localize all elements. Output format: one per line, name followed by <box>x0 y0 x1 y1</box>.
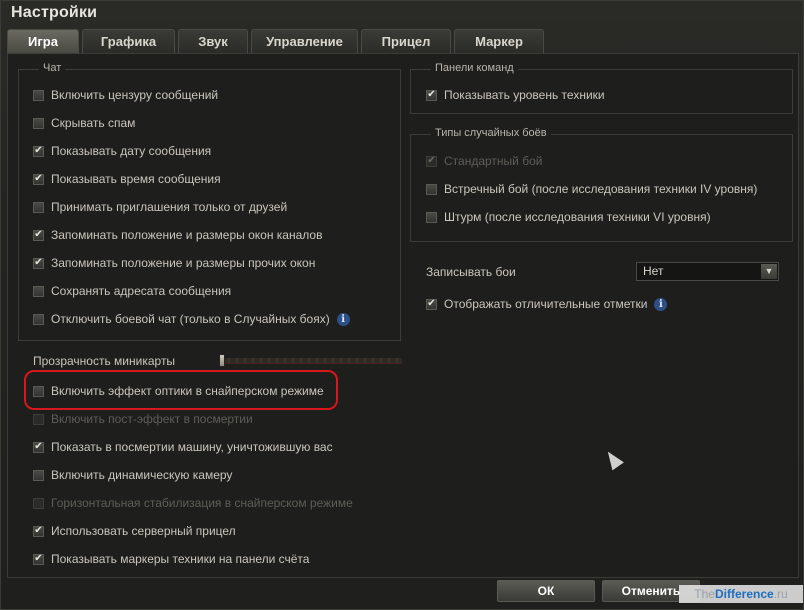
checkbox-label: Запоминать положение и размеры окон кана… <box>51 228 323 242</box>
tab-graphics[interactable]: Графика <box>82 29 175 53</box>
checkbox[interactable]: ✔ <box>33 257 44 269</box>
checkmark-icon: ✔ <box>427 298 436 309</box>
game-option-3[interactable]: Включить динамическую камеру <box>33 466 232 484</box>
checkbox-label: Показывать время сообщения <box>51 172 221 186</box>
chat-option-4[interactable]: Принимать приглашения только от друзей <box>33 198 287 216</box>
settings-content: Чат Панели команд Типы случайных боёв За… <box>7 53 799 578</box>
checkmark-icon: ✔ <box>34 257 43 268</box>
checkbox-label: Штурм (после исследования техники VI уро… <box>444 210 711 224</box>
checkmark-icon: ✔ <box>34 173 43 184</box>
checkbox-label: Стандартный бой <box>444 154 543 168</box>
checkbox[interactable]: ✔ <box>426 298 437 310</box>
checkbox-label: Включить цензуру сообщений <box>51 88 219 102</box>
minimap-slider-handle[interactable] <box>219 354 225 367</box>
checkbox-label: Запоминать положение и размеры прочих ок… <box>51 256 316 270</box>
ok-button[interactable]: ОК <box>497 580 595 602</box>
checkbox[interactable] <box>33 385 44 397</box>
checkbox[interactable] <box>33 313 44 325</box>
tab-bar: Игра Графика Звук Управление Прицел Марк… <box>7 29 547 53</box>
marks-option[interactable]: ✔ Отображать отличительные отметки i <box>426 295 668 313</box>
minimap-transparency-slider[interactable] <box>222 358 402 364</box>
checkbox-label: Включить пост-эффект в посмертии <box>51 412 253 426</box>
checkmark-icon: ✔ <box>34 553 43 564</box>
checkbox[interactable]: ✔ <box>33 145 44 157</box>
game-option-5[interactable]: ✔ Использовать серверный прицел <box>33 522 236 540</box>
mouse-cursor-icon <box>602 447 624 471</box>
info-icon[interactable]: i <box>336 312 350 326</box>
game-option-6[interactable]: ✔ Показывать маркеры техники на панели сч… <box>33 550 309 568</box>
checkbox-label: Горизонтальная стабилизация в снайперско… <box>51 496 353 510</box>
battle-types-title: Типы случайных боёв <box>431 127 551 139</box>
window-title: Настройки <box>11 4 98 21</box>
checkbox-label: Отключить боевой чат (только в Случайных… <box>51 312 330 326</box>
battle-type-option-0: ✔ Стандартный бой <box>426 152 542 170</box>
command-panels-title: Панели команд <box>431 62 518 74</box>
chat-option-5[interactable]: ✔ Запоминать положение и размеры окон кан… <box>33 226 322 244</box>
game-option-2[interactable]: ✔ Показать в посмертии машину, уничтоживш… <box>33 438 333 456</box>
watermark-logo: The Difference .ru <box>679 585 803 603</box>
checkbox[interactable] <box>33 469 44 481</box>
checkbox-label: Показывать дату сообщения <box>51 144 212 158</box>
checkbox[interactable]: ✔ <box>33 553 44 565</box>
command-panels-option-0[interactable]: ✔ Показывать уровень техники <box>426 86 605 104</box>
checkbox[interactable]: ✔ <box>33 525 44 537</box>
battle-type-option-2[interactable]: Штурм (после исследования техники VI уро… <box>426 208 711 226</box>
checkmark-icon: ✔ <box>34 145 43 156</box>
tab-marker[interactable]: Маркер <box>454 29 544 53</box>
checkbox[interactable]: ✔ <box>33 441 44 453</box>
battle-type-option-1[interactable]: Встречный бой (после исследования техник… <box>426 180 757 198</box>
record-replays-label: Записывать бои <box>426 265 516 279</box>
checkbox <box>33 497 44 509</box>
checkbox <box>33 413 44 425</box>
checkbox-label: Принимать приглашения только от друзей <box>51 200 288 214</box>
checkbox-label: Показать в посмертии машину, уничтожившу… <box>51 440 333 454</box>
game-option-1: Включить пост-эффект в посмертии <box>33 410 253 428</box>
checkbox-label: Показывать маркеры техники на панели счё… <box>51 552 310 566</box>
minimap-transparency-label: Прозрачность миникарты <box>33 354 176 368</box>
checkmark-icon: ✔ <box>34 441 43 452</box>
checkbox[interactable] <box>33 89 44 101</box>
tab-game[interactable]: Игра <box>7 29 79 53</box>
record-replays-value: Нет <box>643 264 664 278</box>
checkbox-label: Отображать отличительные отметки <box>444 297 648 311</box>
checkbox: ✔ <box>426 155 437 167</box>
game-option-0[interactable]: Включить эффект оптики в снайперском реж… <box>33 382 324 400</box>
checkbox[interactable] <box>33 201 44 213</box>
settings-window: Настройки Игра Графика Звук Управление П… <box>0 0 804 610</box>
checkbox-label: Скрывать спам <box>51 116 136 130</box>
chat-option-2[interactable]: ✔ Показывать дату сообщения <box>33 142 211 160</box>
checkbox[interactable] <box>33 285 44 297</box>
chat-group-title: Чат <box>39 62 66 74</box>
checkbox[interactable] <box>426 211 437 223</box>
chat-option-1[interactable]: Скрывать спам <box>33 114 135 132</box>
checkmark-icon: ✔ <box>427 155 436 166</box>
checkbox-label: Включить динамическую камеру <box>51 468 233 482</box>
tab-sound[interactable]: Звук <box>178 29 248 53</box>
info-icon[interactable]: i <box>654 297 668 311</box>
checkbox-label: Показывать уровень техники <box>444 88 605 102</box>
chevron-down-icon: ▼ <box>761 264 777 279</box>
checkbox-label: Использовать серверный прицел <box>51 524 236 538</box>
chat-option-3[interactable]: ✔ Показывать время сообщения <box>33 170 221 188</box>
checkbox[interactable] <box>426 183 437 195</box>
game-option-4: Горизонтальная стабилизация в снайперско… <box>33 494 353 512</box>
tab-sight[interactable]: Прицел <box>361 29 451 53</box>
record-replays-select[interactable]: Нет ▼ <box>636 262 779 281</box>
checkbox-label: Включить эффект оптики в снайперском реж… <box>51 384 324 398</box>
checkmark-icon: ✔ <box>427 89 436 100</box>
chat-option-6[interactable]: ✔ Запоминать положение и размеры прочих о… <box>33 254 315 272</box>
checkbox[interactable] <box>33 117 44 129</box>
checkbox[interactable]: ✔ <box>33 229 44 241</box>
checkbox[interactable]: ✔ <box>426 89 437 101</box>
chat-option-8[interactable]: Отключить боевой чат (только в Случайных… <box>33 310 350 328</box>
checkmark-icon: ✔ <box>34 229 43 240</box>
checkmark-icon: ✔ <box>34 525 43 536</box>
checkbox[interactable]: ✔ <box>33 173 44 185</box>
tab-controls[interactable]: Управление <box>251 29 358 53</box>
checkbox-label: Сохранять адресата сообщения <box>51 284 232 298</box>
chat-option-0[interactable]: Включить цензуру сообщений <box>33 86 218 104</box>
checkbox-label: Встречный бой (после исследования техник… <box>444 182 758 196</box>
chat-option-7[interactable]: Сохранять адресата сообщения <box>33 282 231 300</box>
